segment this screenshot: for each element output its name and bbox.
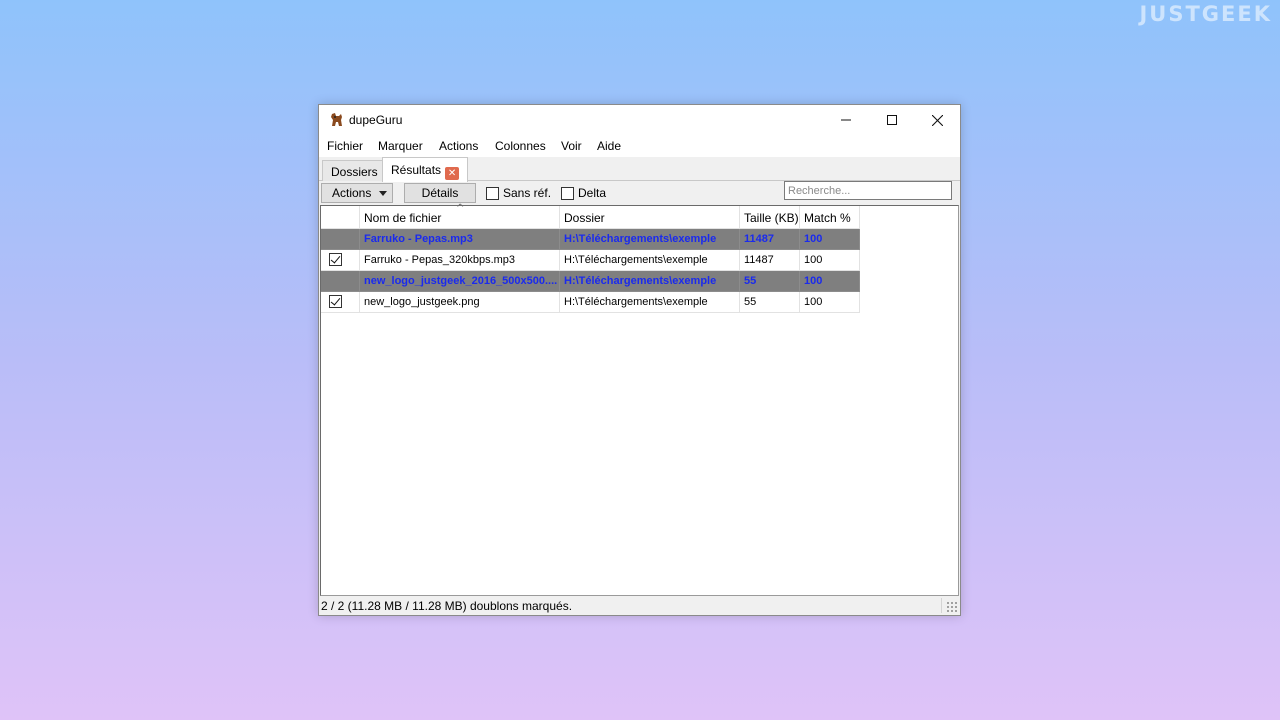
tab-dossiers[interactable]: Dossiers: [322, 160, 387, 181]
column-header-check[interactable]: [321, 206, 360, 229]
tab-resultats[interactable]: Résultats ✕: [382, 157, 469, 182]
sans-ref-checkbox[interactable]: Sans réf.: [486, 186, 551, 200]
close-icon: [931, 114, 943, 126]
results-table[interactable]: ^ Nom de fichier Dossier Taille (KB) Mat…: [320, 203, 959, 596]
menu-colonnes[interactable]: Colonnes: [495, 139, 546, 153]
row-size: 55: [740, 271, 800, 292]
row-check-cell: [321, 271, 360, 292]
menu-aide[interactable]: Aide: [597, 139, 621, 153]
row-check-cell: [321, 229, 360, 250]
row-match: 100: [800, 229, 860, 250]
row-folder: H:\Téléchargements\exemple: [560, 271, 740, 292]
tab-close-icon[interactable]: ✕: [445, 167, 460, 180]
menu-actions[interactable]: Actions: [439, 139, 478, 153]
menu-voir[interactable]: Voir: [561, 139, 582, 153]
actions-dropdown-label: Actions: [332, 186, 372, 200]
delta-checkbox[interactable]: Delta: [561, 186, 606, 200]
status-text: 2 / 2 (11.28 MB / 11.28 MB) doublons mar…: [321, 599, 573, 613]
row-size: 55: [740, 292, 800, 313]
delta-checkbox-box[interactable]: [561, 186, 574, 200]
details-button[interactable]: Détails: [404, 183, 476, 203]
tab-resultats-label: Résultats: [391, 163, 442, 177]
row-check-cell: [321, 250, 360, 271]
column-header-nom-label: Nom de fichier: [364, 211, 442, 225]
delta-label: Delta: [578, 186, 607, 200]
table-row[interactable]: new_logo_justgeek.png H:\Téléchargements…: [321, 292, 860, 313]
row-filename: Farruko - Pepas.mp3: [360, 229, 560, 250]
row-folder: H:\Téléchargements\exemple: [560, 250, 740, 271]
row-size: 11487: [740, 229, 800, 250]
search-input[interactable]: [784, 181, 952, 200]
table-header: ^ Nom de fichier Dossier Taille (KB) Mat…: [321, 203, 860, 229]
dupeguru-app-icon: [331, 113, 342, 126]
window-title: dupeGuru: [349, 113, 403, 127]
details-button-label: Détails: [421, 186, 459, 200]
maximize-icon: [887, 115, 897, 125]
column-header-taille[interactable]: Taille (KB): [740, 206, 800, 229]
row-check-cell: [321, 292, 360, 313]
row-folder: H:\Téléchargements\exemple: [560, 229, 740, 250]
resize-grip-icon[interactable]: [946, 601, 958, 613]
table-row[interactable]: new_logo_justgeek_2016_500x500.... H:\Té…: [321, 271, 860, 292]
row-match: 100: [800, 250, 860, 271]
column-header-dossier[interactable]: Dossier: [560, 206, 740, 229]
justgeek-watermark: JUSTGEEK: [1139, 2, 1272, 26]
tab-bar: Dossiers Résultats ✕: [319, 157, 960, 182]
column-header-match[interactable]: Match %: [800, 206, 860, 229]
sans-ref-label: Sans réf.: [503, 186, 552, 200]
minimize-button[interactable]: [823, 105, 869, 135]
column-header-nom-de-fichier[interactable]: ^ Nom de fichier: [360, 203, 560, 229]
row-filename: new_logo_justgeek_2016_500x500....: [360, 271, 560, 292]
row-folder: H:\Téléchargements\exemple: [560, 292, 740, 313]
minimize-icon: [841, 119, 851, 121]
row-match: 100: [800, 271, 860, 292]
maximize-button[interactable]: [869, 105, 915, 135]
row-size: 11487: [740, 250, 800, 271]
menu-fichier[interactable]: Fichier: [327, 139, 363, 153]
actions-dropdown-button[interactable]: Actions: [321, 183, 393, 203]
status-separator: [941, 598, 942, 613]
table-row[interactable]: Farruko - Pepas_320kbps.mp3 H:\Télécharg…: [321, 250, 860, 271]
table-row[interactable]: Farruko - Pepas.mp3 H:\Téléchargements\e…: [321, 229, 860, 250]
dupeguru-window: dupeGuru Fichier Marquer Actions Colonne…: [318, 104, 961, 616]
row-checkbox[interactable]: [329, 253, 342, 266]
sans-ref-checkbox-box[interactable]: [486, 186, 499, 200]
status-bar: 2 / 2 (11.28 MB / 11.28 MB) doublons mar…: [319, 596, 960, 615]
row-checkbox[interactable]: [329, 295, 342, 308]
close-button[interactable]: [914, 105, 960, 135]
row-match: 100: [800, 292, 860, 313]
title-bar: dupeGuru: [319, 105, 960, 136]
sort-ascending-icon: ^: [456, 203, 465, 214]
menu-bar: Fichier Marquer Actions Colonnes Voir Ai…: [319, 136, 960, 157]
tab-dossiers-label: Dossiers: [331, 165, 378, 179]
row-filename: new_logo_justgeek.png: [360, 292, 560, 313]
dropdown-arrow-icon: [379, 191, 387, 196]
menu-marquer[interactable]: Marquer: [378, 139, 423, 153]
row-filename: Farruko - Pepas_320kbps.mp3: [360, 250, 560, 271]
